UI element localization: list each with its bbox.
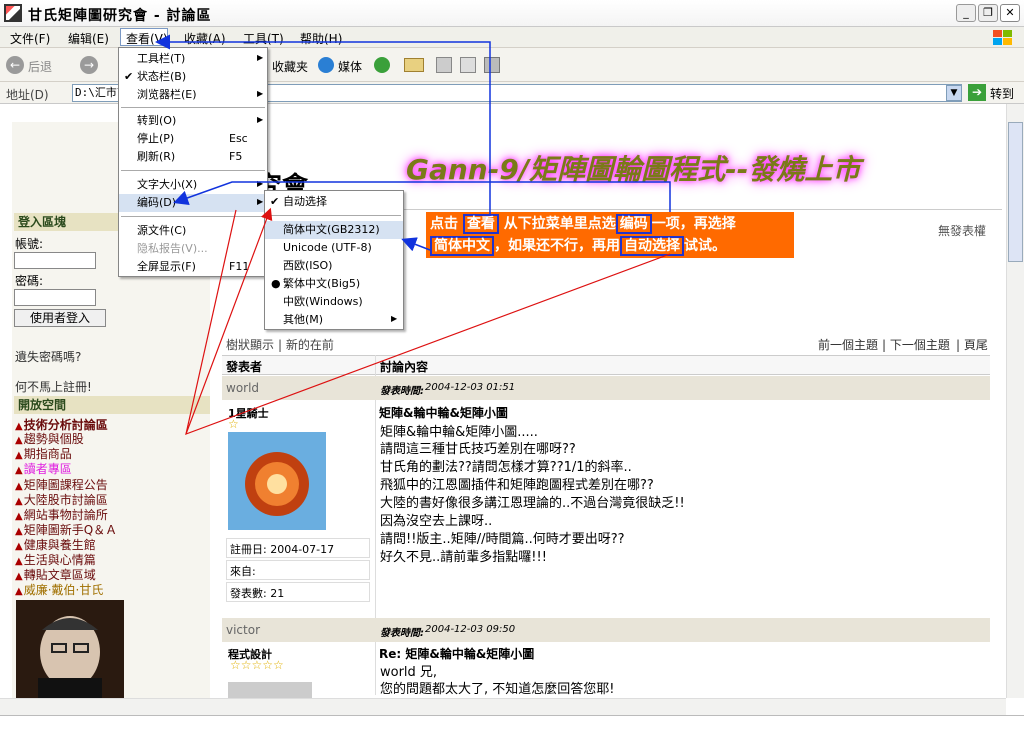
annotation-arrows [155, 34, 671, 436]
vertical-scrollbar[interactable] [1006, 104, 1024, 698]
horizontal-scrollbar[interactable] [0, 698, 1006, 715]
scrollbar-thumb[interactable] [1008, 122, 1023, 262]
status-bar [0, 715, 1024, 738]
